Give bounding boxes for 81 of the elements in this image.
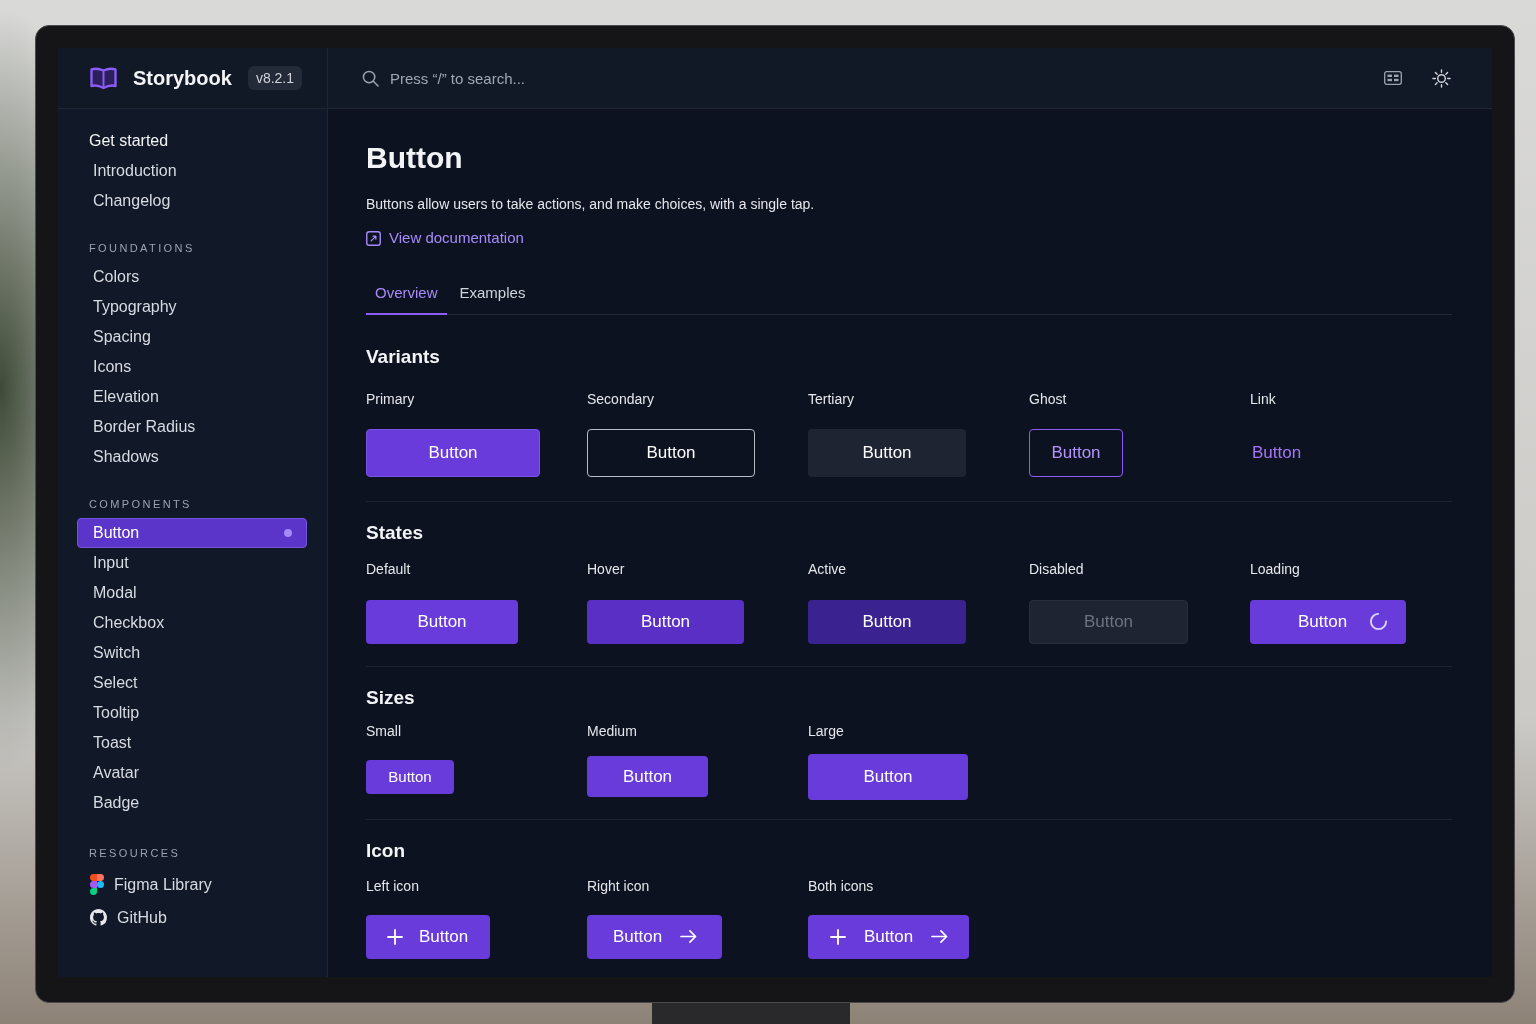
- plus-icon: [387, 928, 403, 945]
- tab[interactable]: Examples: [450, 274, 535, 315]
- nav-item[interactable]: Modal: [77, 578, 307, 608]
- nav-item[interactable]: Avatar: [77, 758, 307, 788]
- nav-section-heading: RESOURCES: [88, 846, 182, 861]
- nav-item[interactable]: Colors: [77, 262, 307, 292]
- primary-button[interactable]: Button: [366, 428, 540, 477]
- nav-item[interactable]: Figma Library: [77, 868, 307, 901]
- example-label: Ghost: [1029, 389, 1067, 409]
- nav-item[interactable]: GitHub: [77, 901, 307, 934]
- example-label: Large: [808, 721, 844, 741]
- nav-section-heading: COMPONENTS: [88, 497, 193, 512]
- nav-item[interactable]: Typography: [77, 292, 307, 322]
- search-field[interactable]: Press “/” to search...: [390, 66, 790, 90]
- medium-button[interactable]: Button: [587, 756, 708, 797]
- loading-button[interactable]: Button: [1250, 599, 1406, 644]
- section-heading: Variants: [366, 344, 441, 369]
- secondary-button[interactable]: Button: [587, 428, 755, 477]
- example-label: Small: [366, 721, 401, 741]
- nav-item[interactable]: Border Radius: [77, 412, 307, 442]
- nav-item[interactable]: Button: [77, 518, 307, 548]
- example-label: Active: [808, 559, 847, 579]
- page-title: Button: [366, 140, 464, 176]
- nav-item[interactable]: Checkbox: [77, 608, 307, 638]
- keyboard-icon[interactable]: [1384, 71, 1402, 85]
- nav-item[interactable]: Introduction: [77, 156, 307, 186]
- default-button[interactable]: Button: [366, 599, 518, 644]
- nav-item[interactable]: Tooltip: [77, 698, 307, 728]
- example-label: Default: [366, 559, 411, 579]
- nav-item[interactable]: Badge: [77, 788, 307, 818]
- arrow-right-icon: [931, 929, 949, 944]
- tertiary-button[interactable]: Button: [808, 428, 966, 477]
- example-label: Disabled: [1029, 559, 1084, 579]
- active-button[interactable]: Button: [808, 599, 966, 644]
- nav-item[interactable]: Elevation: [77, 382, 307, 412]
- external-link-icon: [366, 230, 381, 246]
- trailing-icon-button[interactable]: Button: [587, 914, 722, 959]
- documentation-link[interactable]: View documentation: [366, 228, 524, 248]
- small-button[interactable]: Button: [366, 759, 454, 794]
- example-label: Hover: [587, 559, 625, 579]
- example-label: Loading: [1250, 559, 1300, 579]
- version-badge: v8.2.1: [247, 66, 303, 90]
- nav-item[interactable]: Toast: [77, 728, 307, 758]
- ghost-button[interactable]: Button: [1029, 428, 1123, 477]
- nav-item[interactable]: Input: [77, 548, 307, 578]
- nav-item[interactable]: Shadows: [77, 442, 307, 472]
- example-label: Link: [1250, 389, 1276, 409]
- arrow-right-icon: [680, 929, 698, 944]
- nav-item[interactable]: Switch: [77, 638, 307, 668]
- nav-group-title: Get started: [88, 131, 170, 151]
- tab[interactable]: Overview: [366, 274, 447, 315]
- example-label: Tertiary: [808, 389, 854, 409]
- leading-icon-button[interactable]: Button: [366, 914, 490, 959]
- section-heading: Icon: [366, 838, 407, 863]
- plus-icon: [830, 928, 846, 945]
- nav-section-heading: FOUNDATIONS: [88, 241, 196, 256]
- example-label: Medium: [587, 721, 637, 741]
- large-button[interactable]: Button: [808, 753, 968, 800]
- link-button[interactable]: Button: [1250, 442, 1304, 463]
- github-logo-icon: [90, 909, 107, 926]
- search-icon: [362, 69, 379, 87]
- example-label: Left icon: [366, 876, 419, 896]
- example-label: Both icons: [808, 876, 874, 896]
- page-description: Buttons allow users to take actions, and make choices, with a single tap.: [366, 195, 816, 214]
- hover-button[interactable]: Button: [587, 599, 744, 644]
- nav-item[interactable]: Select: [77, 668, 307, 698]
- section-heading: States: [366, 520, 425, 545]
- nav-item[interactable]: Spacing: [77, 322, 307, 352]
- spinner-icon: [1369, 612, 1389, 631]
- sun-icon[interactable]: [1432, 68, 1451, 88]
- selected-dot-icon: [284, 529, 292, 537]
- nav-item[interactable]: Changelog: [77, 186, 307, 216]
- two-icon-button[interactable]: Button: [808, 914, 969, 959]
- example-label: Primary: [366, 389, 415, 409]
- app-name: Storybook: [133, 66, 232, 90]
- example-label: Secondary: [587, 389, 654, 409]
- nav-item[interactable]: Icons: [77, 352, 307, 382]
- book-icon: [90, 66, 117, 90]
- section-heading: Sizes: [366, 685, 416, 710]
- example-label: Right icon: [587, 876, 650, 896]
- figma-logo-icon: [90, 874, 104, 895]
